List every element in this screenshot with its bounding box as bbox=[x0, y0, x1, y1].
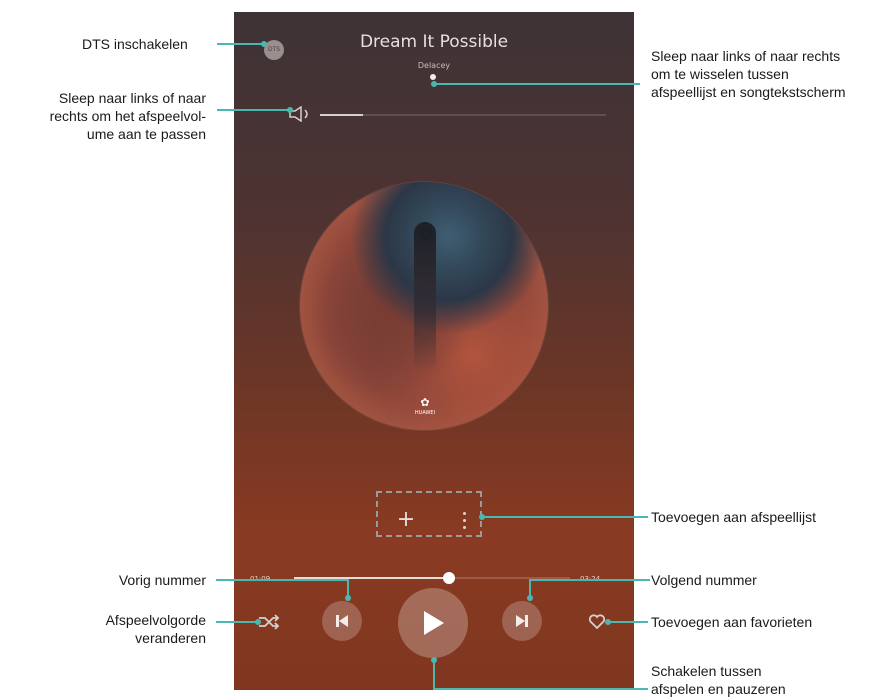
callout-dts: DTS inschakelen bbox=[82, 36, 188, 52]
callout-volume: Sleep naar links of naar rechts om het a… bbox=[50, 89, 206, 143]
callout-swipe-line3: afspeellijst en songtekstscherm bbox=[651, 84, 846, 100]
callout-volume-line2: rechts om het afspeelvol- bbox=[49, 108, 206, 124]
callout-previous: Vorig nummer bbox=[118, 572, 206, 588]
callout-volume-line3: ume aan te passen bbox=[86, 126, 206, 142]
callout-favorite: Toevoegen aan favorieten bbox=[651, 614, 813, 630]
callout-swipe: Sleep naar links of naar rechts om te wi… bbox=[651, 47, 846, 101]
callout-swipe-line2: om te wisselen tussen bbox=[651, 66, 789, 82]
callout-next: Volgend nummer bbox=[651, 572, 757, 588]
callout-shuffle-line2: veranderen bbox=[135, 630, 206, 646]
callout-play-line1: Schakelen tussen bbox=[651, 663, 762, 679]
callout-shuffle: Afspeelvolgorde veranderen bbox=[106, 611, 206, 647]
callout-play-line2: afspelen en pauzeren bbox=[651, 681, 786, 697]
callout-play: Schakelen tussen afspelen en pauzeren bbox=[651, 662, 786, 698]
callout-swipe-line1: Sleep naar links of naar rechts bbox=[651, 48, 841, 64]
callout-shuffle-line1: Afspeelvolgorde bbox=[105, 612, 206, 628]
callout-add-playlist: Toevoegen aan afspeellijst bbox=[651, 509, 817, 525]
callout-volume-line1: Sleep naar links of naar bbox=[58, 90, 206, 106]
